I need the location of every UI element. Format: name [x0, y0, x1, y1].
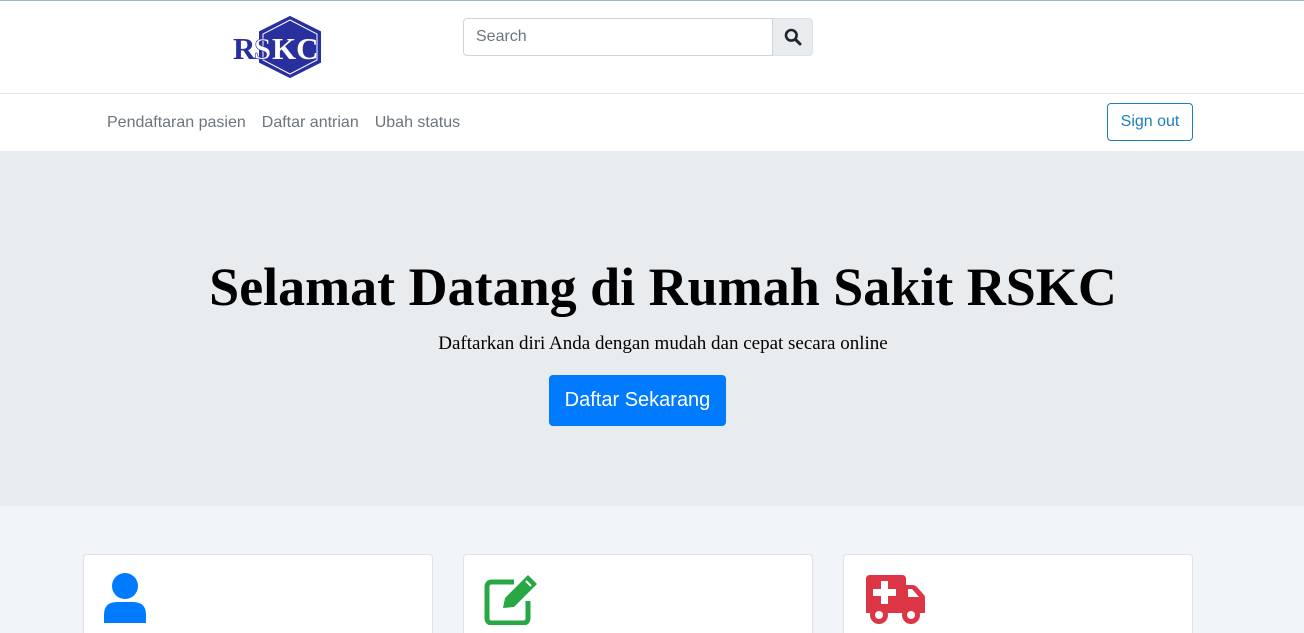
feature-card-ambulance	[843, 554, 1193, 633]
feature-card-patient	[83, 554, 433, 633]
sign-out-button[interactable]: Sign out	[1107, 103, 1193, 141]
svg-text:S: S	[254, 31, 271, 66]
search-icon	[784, 28, 801, 46]
search-button[interactable]	[773, 18, 813, 56]
nav-link-pendaftaran-pasien[interactable]: Pendaftaran pasien	[99, 114, 254, 132]
ambulance-icon	[864, 575, 926, 630]
rskc-logo[interactable]: R S KC	[232, 15, 326, 79]
navbar: Pendaftaran pasien Daftar antrian Ubah s…	[0, 94, 1304, 151]
top-header: R S KC	[0, 0, 1304, 94]
svg-text:KC: KC	[272, 31, 319, 66]
feature-card-edit	[463, 554, 813, 633]
svg-text:R: R	[233, 31, 256, 66]
nav-links: Pendaftaran pasien Daftar antrian Ubah s…	[99, 94, 468, 151]
hero-section: Selamat Datang di Rumah Sakit RSKC Dafta…	[0, 151, 1304, 506]
register-now-button[interactable]: Daftar Sekarang	[549, 375, 726, 426]
edit-icon	[484, 575, 540, 630]
nav-link-daftar-antrian[interactable]: Daftar antrian	[254, 114, 367, 132]
nav-link-ubah-status[interactable]: Ubah status	[367, 114, 468, 132]
hero-title: Selamat Datang di Rumah Sakit RSKC	[209, 257, 1117, 317]
search-bar	[463, 18, 813, 56]
user-icon	[102, 573, 148, 628]
search-input[interactable]	[463, 18, 773, 56]
hero-subtitle: Daftarkan diri Anda dengan mudah dan cep…	[438, 333, 888, 354]
